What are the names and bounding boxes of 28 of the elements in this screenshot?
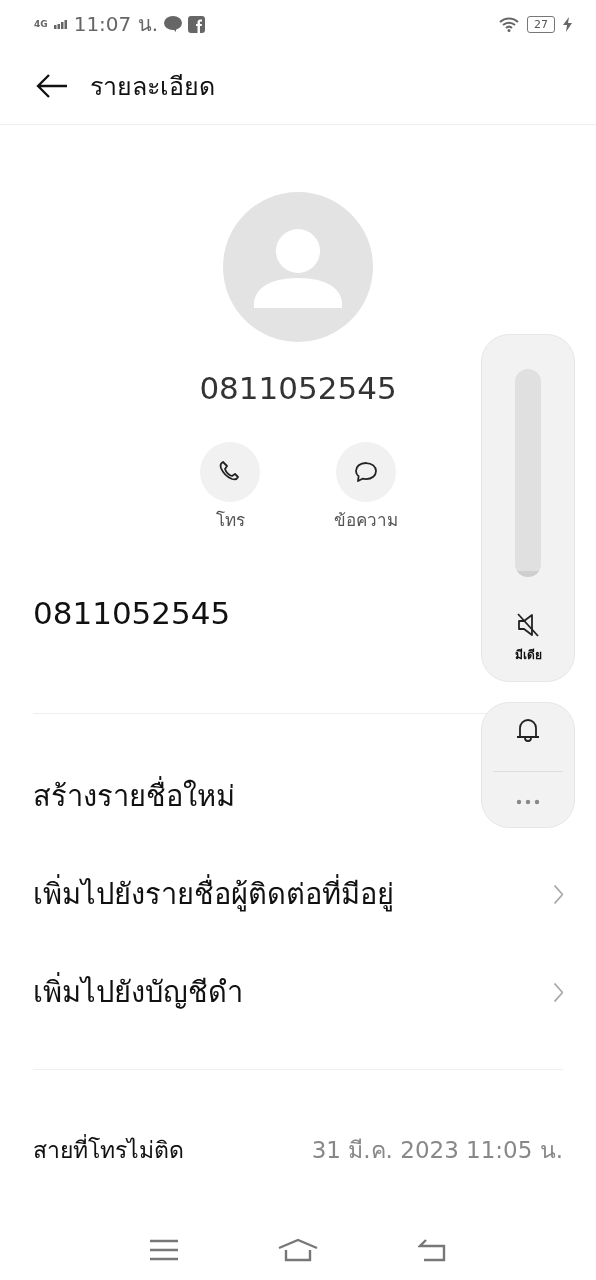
call-time: 31 มี.ค. 2023 11:05 น. [311,1136,563,1165]
clock: 11:07 น. [73,11,158,38]
home-icon[interactable] [278,1238,318,1262]
signal-icon [53,19,68,29]
action-label: ข้อความ [334,509,398,532]
menu-item[interactable]: สร้างรายชื่อใหม่ [33,773,235,819]
chat-bubble-icon [164,16,182,32]
page-title: รายละเอียด [90,71,215,103]
menu-item[interactable]: เพิ่มไปยังรายชื่อผู้ติดต่อที่มีอยู่ [33,871,394,917]
bell-icon[interactable] [516,717,540,743]
volume-slider[interactable] [515,369,541,577]
battery-indicator: 27 [527,15,555,33]
wifi-icon [499,16,519,32]
action-label: โทร [215,509,245,532]
back-icon[interactable] [418,1238,446,1262]
social-app-icon [188,15,205,33]
contact-name: 0811052545 [199,370,397,406]
muted-speaker-icon[interactable] [517,613,539,637]
phone-number: 0811052545 [33,595,231,631]
more-options-icon[interactable] [516,799,540,805]
menu-item[interactable]: เพิ่มไปยังบัญชีดำ [33,969,243,1015]
back-arrow-icon[interactable] [36,74,68,98]
person-silhouette-icon [254,226,342,308]
volume-label: มีเดีย [514,647,542,664]
call-type: สายที่โทรไม่ติด [33,1132,184,1168]
network-type: 4G [34,19,48,29]
menu-icon[interactable] [150,1239,178,1261]
charging-icon [563,16,572,32]
